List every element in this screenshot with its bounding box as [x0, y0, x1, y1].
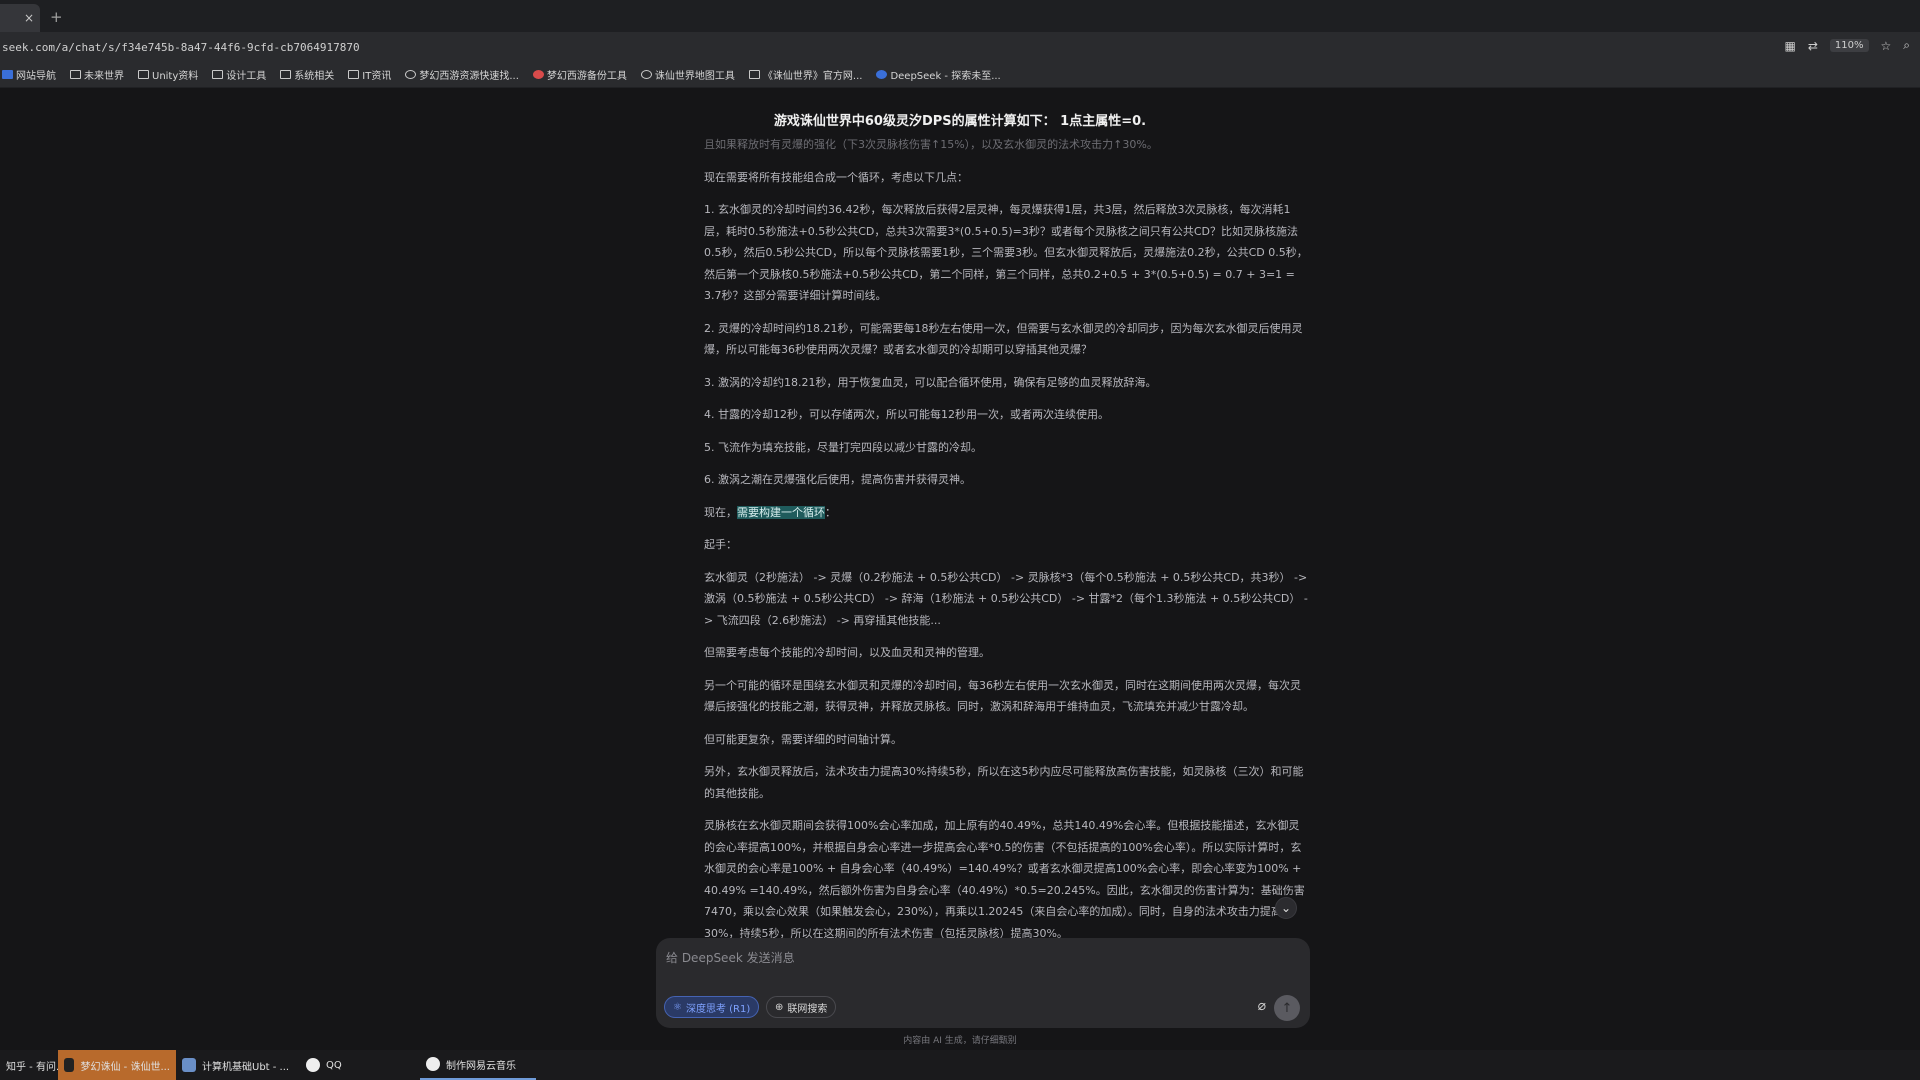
qr-code-icon[interactable]: ▦	[1785, 39, 1796, 53]
paragraph: 2. 灵爆的冷却时间约18.21秒，可能需要每18秒左右使用一次，但需要与玄水御…	[704, 321, 1303, 357]
folder-icon	[70, 70, 81, 79]
globe-icon: ⊕	[775, 1001, 784, 1013]
paragraph: 但需要考虑每个技能的冷却时间，以及血灵和灵神的管理。	[704, 646, 990, 659]
bookmark-item[interactable]: 《诛仙世界》官方网...	[748, 67, 862, 82]
taskbar-item-qq[interactable]: QQ	[300, 1050, 420, 1080]
deep-think-toggle[interactable]: ⚛ 深度思考 (R1)	[664, 996, 760, 1018]
send-button[interactable]: ↑	[1274, 995, 1300, 1021]
deepseek-icon	[876, 70, 888, 79]
paragraph: 5. 飞流作为填充技能，尽量打完四段以减少甘露的冷却。	[704, 440, 982, 454]
bookmark-folder[interactable]: 未来世界	[70, 67, 124, 82]
bookmark-item[interactable]: 梦幻西游资源快速找...	[405, 67, 519, 82]
bookmark-icon	[2, 70, 13, 79]
chevron-down-icon: ⌄	[1280, 901, 1292, 915]
message-composer: ⚛ 深度思考 (R1) ⊕ 联网搜索 ⌀ ↑	[656, 938, 1310, 1028]
rotation-sequence: 玄水御灵（2秒施法） -> 灵爆（0.2秒施法 + 0.5秒公共CD） -> 灵…	[704, 570, 1308, 627]
qq-icon	[306, 1058, 320, 1072]
folder-icon	[212, 70, 224, 79]
bookmark-folder[interactable]: Unity资料	[138, 67, 198, 82]
page-icon	[748, 70, 760, 79]
paragraph: 现在需要将所有技能组合成一个循环，考虑以下几点：	[704, 170, 968, 184]
paragraph: 4. 甘露的冷却12秒，可以存储两次，所以可能每12秒用一次，或者两次连续使用。	[704, 408, 1109, 421]
bookmark-folder[interactable]: 设计工具	[212, 67, 266, 82]
bookmark-item[interactable]: 梦幻西游备份工具	[532, 67, 627, 82]
search-icon	[405, 70, 417, 79]
scroll-down-button[interactable]: ⌄	[1275, 897, 1297, 919]
paragraph: 6. 激涡之潮在灵爆强化后使用，提高伤害并获得灵神。	[704, 473, 971, 486]
ai-disclaimer: 内容由 AI 生成，请仔细甄别	[903, 1036, 1017, 1046]
search-icon[interactable]: ⌕	[1903, 38, 1910, 53]
game-icon	[532, 70, 544, 79]
music-icon	[426, 1057, 440, 1071]
os-taskbar: 知乎 - 有问... 梦幻诛仙 - 诛仙世... 计算机基础Ubt - ... …	[0, 1050, 1920, 1080]
globe-icon	[640, 70, 652, 79]
address-bar: seek.com/a/chat/s/f34e745b-8a47-44f6-9cf…	[0, 32, 1920, 62]
translate-icon[interactable]: ⇄	[1808, 39, 1818, 53]
close-tab-icon[interactable]: ×	[24, 11, 34, 25]
url-field[interactable]: seek.com/a/chat/s/f34e745b-8a47-44f6-9cf…	[0, 41, 360, 54]
web-search-toggle[interactable]: ⊕ 联网搜索	[766, 996, 837, 1018]
zoom-level[interactable]: 110%	[1829, 39, 1869, 52]
attach-file-button[interactable]: ⌀	[1258, 998, 1266, 1014]
taskbar-item[interactable]: 知乎 - 有问...	[0, 1050, 66, 1080]
browser-tab[interactable]: ×	[0, 4, 40, 32]
message-input[interactable]	[666, 946, 1286, 970]
paragraph: 1. 玄水御灵的冷却时间约36.42秒，每次释放后获得2层灵神，每灵爆获得1层，…	[704, 203, 1308, 302]
taskbar-item[interactable]: 计算机基础Ubt - ...	[176, 1050, 300, 1080]
paragraph: 灵脉核在玄水御灵期间会获得100%会心率加成，加上原有的40.49%，总共140…	[704, 819, 1305, 940]
star-bookmark-icon[interactable]: ☆	[1881, 39, 1892, 53]
bookmark-item[interactable]: 诛仙世界地图工具	[640, 67, 735, 82]
faded-line: 且如果释放时有灵爆的强化（下3次灵脉核伤害↑15%），以及玄水御灵的法术攻击力↑…	[704, 138, 1158, 151]
app-icon	[64, 1058, 75, 1072]
paragraph: 但可能更复杂，需要详细的时间轴计算。	[704, 732, 902, 746]
bookmark-item[interactable]: 网站导航	[2, 67, 56, 82]
deep-think-icon: ⚛	[673, 1001, 682, 1013]
chat-message-content: 且如果释放时有灵爆的强化（下3次灵脉核伤害↑15%），以及玄水御灵的法术攻击力↑…	[704, 134, 1308, 1024]
arrow-up-icon: ↑	[1281, 1000, 1293, 1016]
paragraph: 另一个可能的循环是围绕玄水御灵和灵爆的冷却时间，每36秒左右使用一次玄水御灵，同…	[704, 678, 1301, 714]
paragraph: 另外，玄水御灵释放后，法术攻击力提高30%持续5秒，所以在这5秒内应尽可能释放高…	[704, 765, 1304, 800]
bookmark-folder[interactable]: 系统相关	[280, 67, 334, 82]
tab-bar: × +	[0, 0, 1920, 32]
folder-icon	[138, 70, 149, 79]
chat-title: 游戏诛仙世界中60级灵汐DPS的属性计算如下： 1点主属性=0.	[773, 114, 1147, 129]
paragraph-now: 现在，需要构建一个循环：	[704, 505, 836, 519]
address-bar-actions: ▦ ⇄ 110% ☆ ⌕	[1785, 38, 1911, 53]
new-tab-button[interactable]: +	[50, 8, 63, 26]
taskbar-item[interactable]: 制作网易云音乐	[420, 1050, 536, 1080]
highlighted-text: 需要构建一个循环	[737, 505, 825, 519]
paperclip-icon: ⌀	[1257, 998, 1266, 1014]
bookmark-folder[interactable]: IT资讯	[348, 67, 391, 82]
folder-icon	[348, 70, 360, 79]
chat-page: 游戏诛仙世界中60级灵汐DPS的属性计算如下： 1点主属性=0. 且如果释放时有…	[0, 88, 1920, 1050]
bookmarks-bar: 网站导航 未来世界 Unity资料 设计工具 系统相关 IT资讯 梦幻西游资源快…	[0, 62, 1920, 88]
opening-label: 起手：	[704, 538, 737, 551]
taskbar-item-active[interactable]: 梦幻诛仙 - 诛仙世...	[58, 1050, 176, 1080]
bookmark-item[interactable]: DeepSeek - 探索未至...	[876, 67, 1001, 82]
folder-icon	[280, 70, 292, 79]
paragraph: 3. 激涡的冷却约18.21秒，用于恢复血灵，可以配合循环使用，确保有足够的血灵…	[704, 375, 1157, 389]
document-icon	[182, 1058, 196, 1072]
